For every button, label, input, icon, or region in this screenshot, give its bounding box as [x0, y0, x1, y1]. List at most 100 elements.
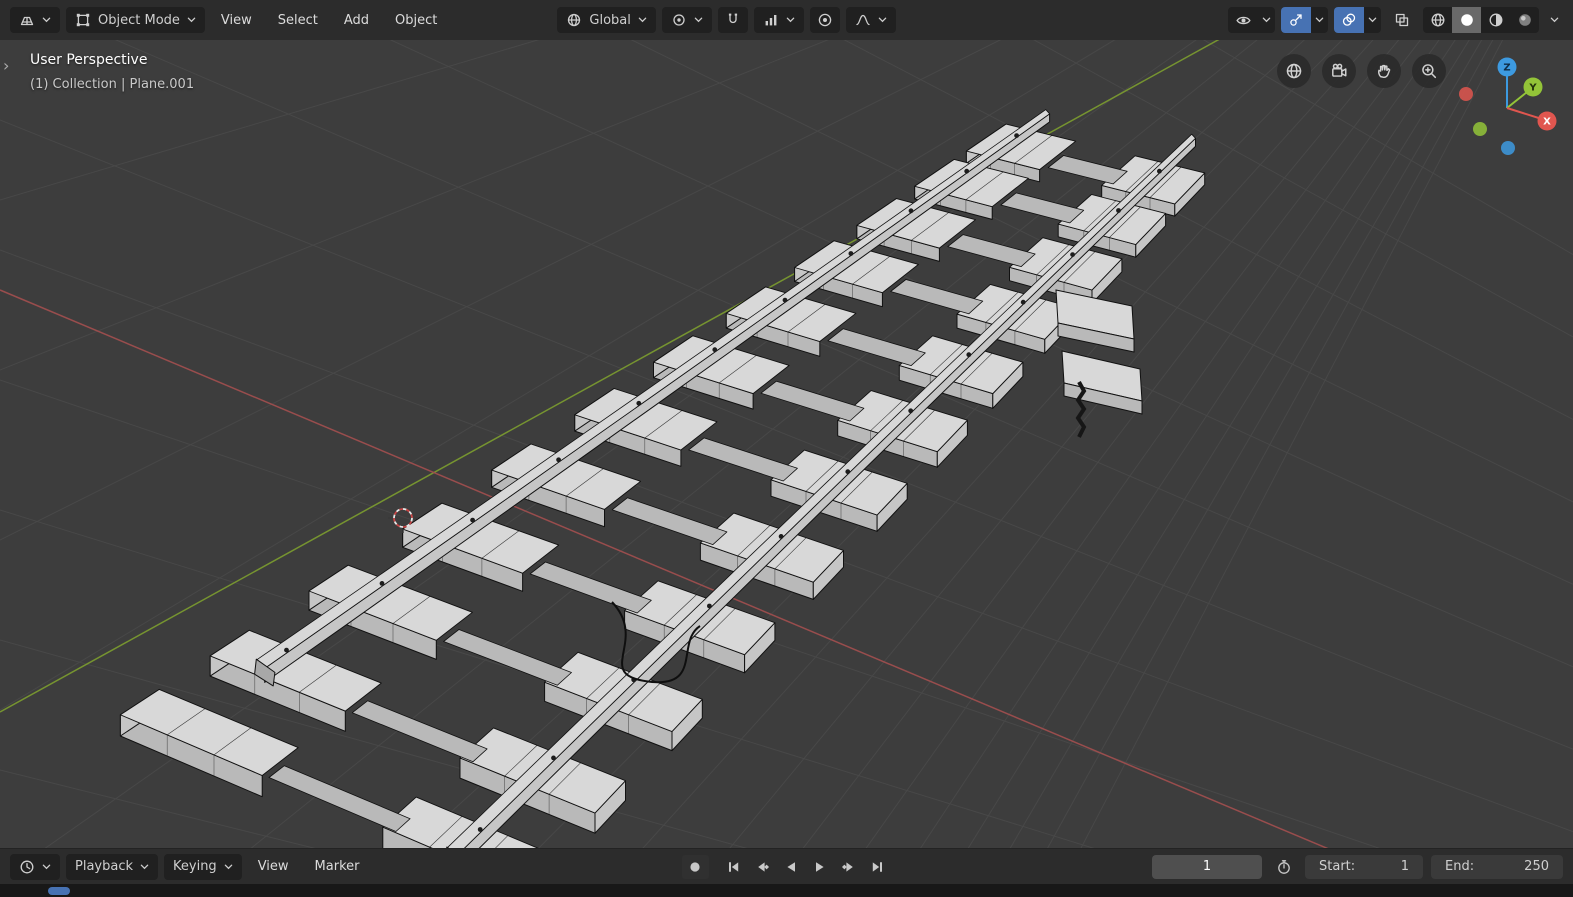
- gizmo-y-negative-ball[interactable]: [1473, 122, 1487, 136]
- frame-start-field[interactable]: Start: 1: [1305, 855, 1423, 879]
- frame-end-value: 250: [1524, 859, 1549, 874]
- header-center-controls: Global: [557, 7, 895, 33]
- rendered-shading-icon: [1517, 12, 1533, 28]
- blender-window: Object Mode View Select Add Object Globa…: [0, 0, 1573, 897]
- orientation-label: Global: [589, 13, 630, 28]
- status-indicator: [48, 887, 70, 895]
- play-reverse-button[interactable]: [778, 855, 805, 879]
- keying-label: Keying: [173, 859, 217, 874]
- current-frame-value: 1: [1203, 859, 1211, 874]
- proportional-editing-toggle[interactable]: [810, 7, 840, 33]
- orientation-dropdown[interactable]: Global: [557, 7, 655, 33]
- camera-view-button[interactable]: [1322, 54, 1356, 88]
- gizmo-icon: [1288, 12, 1304, 28]
- frame-range-controls: 1 Start: 1 End: 250: [1152, 855, 1563, 879]
- gizmo-x-negative-ball[interactable]: [1459, 87, 1473, 101]
- overlays-dropdown[interactable]: [1364, 7, 1381, 33]
- gizmo-z-label: Z: [1503, 63, 1510, 74]
- chevron-down-icon: [786, 17, 795, 23]
- status-bar: [0, 884, 1573, 897]
- gizmo-z-negative-ball[interactable]: [1501, 141, 1515, 155]
- viewport-nav-buttons: [1277, 54, 1446, 88]
- preview-range-toggle[interactable]: [1270, 855, 1297, 879]
- playback-controls: [682, 855, 892, 879]
- keying-dropdown[interactable]: Keying: [164, 854, 242, 880]
- falloff-curve-icon: [855, 12, 871, 28]
- proportional-editing-icon: [817, 12, 833, 28]
- menu-object[interactable]: Object: [385, 7, 447, 33]
- next-keyframe-button[interactable]: [836, 855, 863, 879]
- falloff-dropdown[interactable]: [846, 7, 896, 33]
- chevron-down-icon: [1550, 17, 1559, 23]
- stopwatch-icon: [1276, 859, 1292, 875]
- shading-wireframe-button[interactable]: [1423, 7, 1452, 33]
- pivot-dropdown[interactable]: [662, 7, 712, 33]
- shading-rendered-button[interactable]: [1510, 7, 1539, 33]
- overlays-icon: [1341, 12, 1357, 28]
- gizmo-y-label: Y: [1528, 83, 1537, 94]
- play-reverse-icon: [783, 859, 799, 875]
- gizmos-dropdown[interactable]: [1311, 7, 1328, 33]
- object-mode-icon: [75, 12, 91, 28]
- shading-material-button[interactable]: [1481, 7, 1510, 33]
- previous-keyframe-button[interactable]: [749, 855, 776, 879]
- play-button[interactable]: [807, 855, 834, 879]
- frame-start-label: Start:: [1319, 859, 1355, 874]
- menu-view[interactable]: View: [211, 7, 262, 33]
- orientation-global-icon: [566, 12, 582, 28]
- menu-add[interactable]: Add: [334, 7, 379, 33]
- shading-dropdown[interactable]: [1545, 7, 1563, 33]
- timeline-editor-type-button[interactable]: [10, 854, 60, 880]
- show-overlays-toggle[interactable]: [1334, 7, 1364, 33]
- editor-type-button[interactable]: [10, 7, 60, 33]
- chevron-down-icon: [224, 864, 233, 870]
- grid-sphere-icon: [1285, 62, 1303, 80]
- jump-start-icon: [725, 859, 741, 875]
- timeline-menu-view[interactable]: View: [248, 854, 299, 880]
- chevron-down-icon: [1368, 17, 1377, 23]
- frame-end-label: End:: [1445, 859, 1474, 874]
- mode-dropdown[interactable]: Object Mode: [66, 7, 205, 33]
- timeline-bar: Playback Keying View Marker: [0, 848, 1573, 884]
- play-icon: [812, 859, 828, 875]
- menu-select[interactable]: Select: [268, 7, 328, 33]
- frame-end-field[interactable]: End: 250: [1431, 855, 1563, 879]
- gizmo-z-ball[interactable]: Z: [1498, 58, 1517, 77]
- toggle-projection-button[interactable]: [1277, 54, 1311, 88]
- snap-dropdown[interactable]: [754, 7, 804, 33]
- viewport-canvas[interactable]: › User Perspective (1) Collection | Plan…: [0, 40, 1573, 848]
- navigation-gizmo[interactable]: Z Y X: [1431, 50, 1561, 180]
- mode-label: Object Mode: [98, 13, 180, 28]
- current-frame-field[interactable]: 1: [1152, 855, 1262, 879]
- next-keyframe-icon: [841, 859, 857, 875]
- chevron-down-icon: [1315, 17, 1324, 23]
- pivot-point-icon: [671, 12, 687, 28]
- gizmos-control: [1281, 7, 1328, 33]
- hand-icon: [1375, 62, 1393, 80]
- chevron-down-icon: [42, 17, 51, 23]
- auto-keying-record-button[interactable]: [682, 855, 709, 879]
- show-objects-dropdown[interactable]: [1258, 7, 1275, 33]
- xray-toggle[interactable]: [1387, 7, 1417, 33]
- shading-solid-button[interactable]: [1452, 7, 1481, 33]
- chevron-down-icon: [1262, 17, 1271, 23]
- jump-to-end-button[interactable]: [865, 855, 892, 879]
- gizmo-x-ball[interactable]: X: [1538, 112, 1557, 131]
- xray-icon: [1394, 12, 1410, 28]
- chevron-down-icon: [187, 17, 196, 23]
- gizmo-y-ball[interactable]: Y: [1524, 78, 1543, 97]
- editor-3d-viewport-icon: [19, 12, 35, 28]
- snap-toggle[interactable]: [718, 7, 748, 33]
- toolbar-expand-icon[interactable]: ›: [3, 58, 9, 74]
- chevron-down-icon: [42, 864, 51, 870]
- timeline-menu-marker[interactable]: Marker: [305, 854, 370, 880]
- object-visibility-control: [1228, 7, 1275, 33]
- move-view-button[interactable]: [1367, 54, 1401, 88]
- chevron-down-icon: [140, 864, 149, 870]
- playback-dropdown[interactable]: Playback: [66, 854, 158, 880]
- snap-increment-icon: [763, 12, 779, 28]
- record-icon: [687, 859, 703, 875]
- show-gizmos-toggle[interactable]: [1281, 7, 1311, 33]
- jump-to-start-button[interactable]: [720, 855, 747, 879]
- show-objects-button[interactable]: [1228, 7, 1258, 33]
